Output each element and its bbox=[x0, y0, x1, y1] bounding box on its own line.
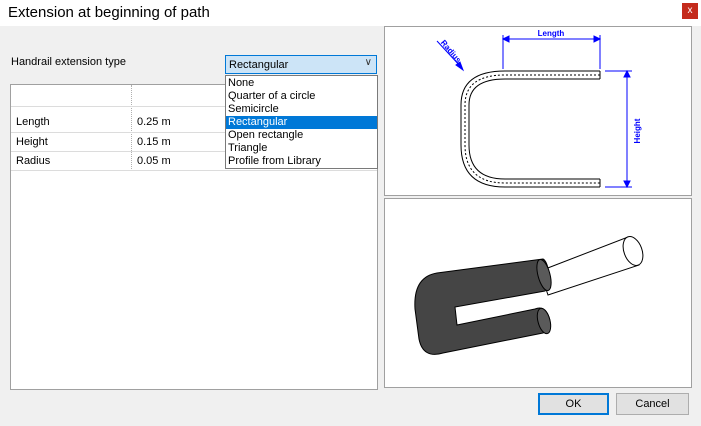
grid-line bbox=[11, 170, 377, 171]
extension-type-dropdown-list: None Quarter of a circle Semicircle Rectang… bbox=[225, 75, 378, 169]
dropdown-option[interactable]: None bbox=[226, 77, 377, 90]
cancel-button[interactable]: Cancel bbox=[616, 393, 689, 415]
extension-type-select[interactable]: Rectangular ∨ bbox=[225, 55, 377, 74]
property-value[interactable]: 0.05 m bbox=[137, 155, 171, 167]
dropdown-option[interactable]: Triangle bbox=[226, 142, 377, 155]
property-name: Radius bbox=[16, 155, 51, 167]
window-title: Extension at beginning of path bbox=[8, 4, 210, 21]
chevron-down-icon: ∨ bbox=[364, 57, 372, 68]
diagram-height-label: Height bbox=[633, 118, 642, 143]
dropdown-option[interactable]: Open rectangle bbox=[226, 129, 377, 142]
dropdown-option[interactable]: Profile from Library bbox=[226, 155, 377, 168]
preview-3d-image bbox=[414, 236, 644, 355]
ok-button[interactable]: OK bbox=[538, 393, 609, 415]
close-icon: x bbox=[687, 5, 693, 16]
preview-3d-panel bbox=[384, 198, 692, 388]
property-name: Length bbox=[16, 116, 50, 128]
dropdown-option[interactable]: Rectangular bbox=[226, 116, 377, 129]
property-name: Height bbox=[16, 136, 48, 148]
dropdown-option[interactable]: Semicircle bbox=[226, 103, 377, 116]
close-button[interactable]: x bbox=[682, 3, 698, 19]
title-bar: Extension at beginning of path x bbox=[0, 0, 701, 26]
dimension-diagram: Length Height Radius bbox=[436, 29, 642, 189]
extension-type-value: Rectangular bbox=[229, 59, 289, 71]
diagram-length-label: Length bbox=[538, 29, 565, 38]
dropdown-option[interactable]: Quarter of a circle bbox=[226, 90, 377, 103]
dimension-diagram-panel: Length Height Radius bbox=[384, 26, 692, 196]
property-value[interactable]: 0.15 m bbox=[137, 136, 171, 148]
extension-type-label: Handrail extension type bbox=[11, 56, 126, 68]
diagram-radius-label: Radius bbox=[439, 38, 463, 65]
property-value[interactable]: 0.25 m bbox=[137, 116, 171, 128]
